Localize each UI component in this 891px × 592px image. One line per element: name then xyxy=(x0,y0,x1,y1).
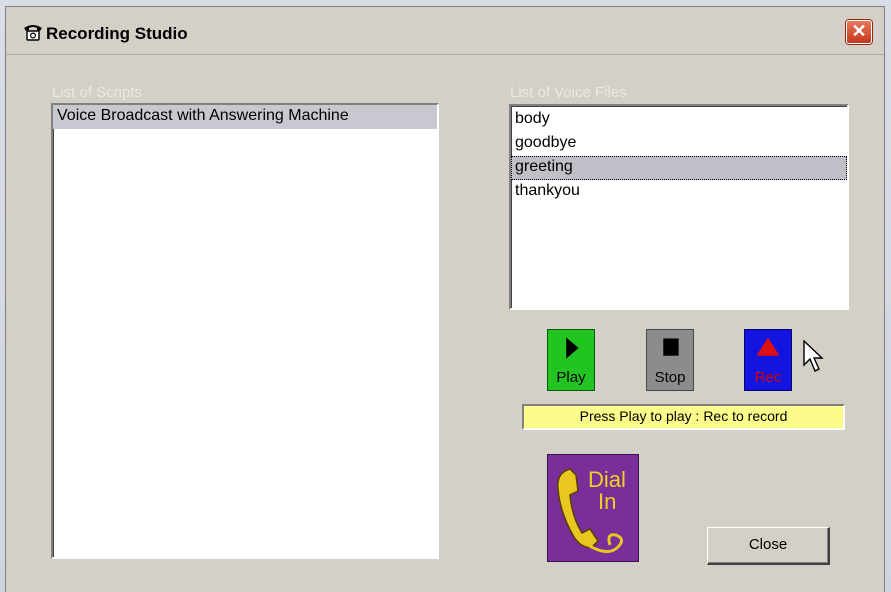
play-label: Play xyxy=(556,369,586,386)
record-label: Rec xyxy=(754,369,782,386)
close-window-button[interactable]: ✕ xyxy=(846,20,872,44)
status-message: Press Play to play : Rec to record xyxy=(522,404,845,430)
stop-button[interactable]: Stop xyxy=(646,329,694,391)
title-bar[interactable]: Recording Studio ✕ xyxy=(6,7,884,55)
dial-in-button[interactable]: Dial In xyxy=(547,454,639,562)
record-button[interactable]: Rec xyxy=(744,329,792,391)
mouse-cursor-icon xyxy=(803,340,824,372)
list-item[interactable]: goodbye xyxy=(511,132,847,156)
list-item[interactable]: body xyxy=(511,108,847,132)
record-triangle-icon xyxy=(756,337,780,356)
close-button[interactable]: Close xyxy=(707,527,830,565)
play-button[interactable]: Play xyxy=(547,329,595,391)
dial-in-text-line2: In xyxy=(598,489,617,514)
list-item[interactable]: thankyou xyxy=(511,180,847,204)
close-button-label: Close xyxy=(748,536,788,553)
voice-file-label: goodbye xyxy=(515,134,577,151)
voice-files-list-label: List of Voice Files xyxy=(510,84,627,101)
close-icon: ✕ xyxy=(851,21,867,41)
play-triangle-icon xyxy=(566,337,579,359)
stop-label: Stop xyxy=(654,369,686,386)
script-item-label: Voice Broadcast with Answering Machine xyxy=(57,107,349,124)
voice-file-label: body xyxy=(515,110,550,127)
stop-square-icon xyxy=(663,338,679,356)
list-item-selected[interactable]: greeting xyxy=(511,156,847,180)
scripts-list-label: List of Scripts xyxy=(52,84,143,101)
desktop-background: Recording Studio ✕ List of Scripts Voice… xyxy=(0,0,891,592)
voice-files-listbox[interactable]: body goodbye greeting thankyou xyxy=(509,104,849,310)
window-title: Recording Studio xyxy=(46,24,188,43)
voice-file-label: thankyou xyxy=(515,182,580,199)
recording-studio-window: Recording Studio ✕ List of Scripts Voice… xyxy=(5,6,885,592)
voice-file-label: greeting xyxy=(515,158,573,175)
scripts-listbox[interactable]: Voice Broadcast with Answering Machine xyxy=(51,103,439,559)
telephone-icon xyxy=(24,25,42,41)
list-item[interactable]: Voice Broadcast with Answering Machine xyxy=(53,105,437,129)
status-text: Press Play to play : Rec to record xyxy=(579,408,788,424)
